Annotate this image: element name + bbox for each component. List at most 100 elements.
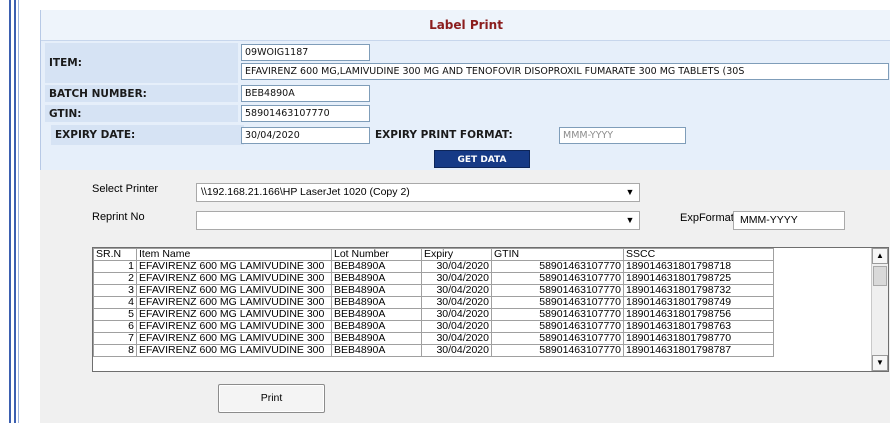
table-cell: BEB4890A	[331, 344, 422, 357]
table-row[interactable]: 7 EFAVIRENZ 600 MG LAMIVUDINE 300 BEB4890A…	[93, 332, 774, 345]
table-cell: 2	[93, 272, 137, 285]
column-header[interactable]: Expiry	[421, 248, 492, 261]
rail-line	[18, 0, 19, 423]
table-cell: 58901463107770	[491, 284, 624, 297]
table-cell: 30/04/2020	[421, 296, 492, 309]
table-cell: 189014631801798725	[623, 272, 774, 285]
chevron-down-icon[interactable]: ▼	[623, 184, 637, 201]
column-header[interactable]: SSCC	[623, 248, 774, 261]
table-cell: 30/04/2020	[421, 332, 492, 345]
table-cell: EFAVIRENZ 600 MG LAMIVUDINE 300	[136, 272, 332, 285]
chevron-down-icon[interactable]: ▼	[623, 212, 637, 229]
table-cell: 8	[93, 344, 137, 357]
label-print-form: Label Print ITEM: 09WOIG1187 EFAVIRENZ 6…	[40, 10, 890, 170]
gtin-label-cell: GTIN:	[45, 105, 238, 122]
table-cell: EFAVIRENZ 600 MG LAMIVUDINE 300	[136, 296, 332, 309]
expformat-label: ExpFormat	[680, 212, 734, 224]
table-cell: 5	[93, 308, 137, 321]
table-cell: BEB4890A	[331, 320, 422, 333]
table-row[interactable]: 2 EFAVIRENZ 600 MG LAMIVUDINE 300 BEB4890A…	[93, 272, 774, 285]
item-label: ITEM:	[49, 57, 82, 69]
table-row[interactable]: 4 EFAVIRENZ 600 MG LAMIVUDINE 300 BEB4890A…	[93, 296, 774, 309]
grid-scrollbar[interactable]: ▲ ▼	[871, 248, 888, 371]
print-button[interactable]: Print	[218, 384, 325, 413]
table-row[interactable]: 8 EFAVIRENZ 600 MG LAMIVUDINE 300 BEB4890A…	[93, 344, 774, 357]
expiry-date-label: EXPIRY DATE:	[55, 129, 136, 141]
table-cell: 30/04/2020	[421, 260, 492, 273]
column-header[interactable]: Lot Number	[331, 248, 422, 261]
print-panel: Select Printer \\192.168.21.166\HP Laser…	[40, 170, 890, 423]
gtin-label: GTIN:	[49, 108, 82, 120]
rail-line	[9, 0, 11, 423]
table-cell: 58901463107770	[491, 308, 624, 321]
select-printer-label: Select Printer	[92, 183, 159, 195]
table-cell: 58901463107770	[491, 272, 624, 285]
table-cell: 6	[93, 320, 137, 333]
table-cell: BEB4890A	[331, 272, 422, 285]
table-cell: BEB4890A	[331, 332, 422, 345]
table-cell: 58901463107770	[491, 320, 624, 333]
page-title: Label Print	[41, 10, 890, 41]
table-cell: 30/04/2020	[421, 308, 492, 321]
get-data-button[interactable]: GET DATA	[434, 150, 530, 168]
expiry-print-format-label: EXPIRY PRINT FORMAT:	[375, 129, 513, 141]
scroll-thumb[interactable]	[873, 266, 887, 286]
grid-table: SR.N Item Name Lot Number Expiry GTIN SSCC 1E…	[93, 248, 774, 357]
table-cell: 30/04/2020	[421, 272, 492, 285]
table-cell: 189014631801798763	[623, 320, 774, 333]
table-cell: 30/04/2020	[421, 284, 492, 297]
table-cell: EFAVIRENZ 600 MG LAMIVUDINE 300	[136, 320, 332, 333]
column-header[interactable]: Item Name	[136, 248, 332, 261]
table-cell: BEB4890A	[331, 308, 422, 321]
batch-number-label: BATCH NUMBER:	[49, 88, 147, 100]
column-header[interactable]: SR.N	[93, 248, 137, 261]
table-cell: 1	[93, 260, 137, 273]
table-cell: BEB4890A	[331, 284, 422, 297]
table-cell: 189014631801798756	[623, 308, 774, 321]
table-cell: 30/04/2020	[421, 320, 492, 333]
table-cell: 189014631801798732	[623, 284, 774, 297]
table-cell: EFAVIRENZ 600 MG LAMIVUDINE 300	[136, 332, 332, 345]
batch-number-field[interactable]: BEB4890A	[241, 85, 370, 102]
printer-select-value: \\192.168.21.166\HP LaserJet 1020 (Copy …	[201, 186, 410, 198]
table-cell: EFAVIRENZ 600 MG LAMIVUDINE 300	[136, 308, 332, 321]
table-cell: BEB4890A	[331, 260, 422, 273]
expiry-date-field[interactable]: 30/04/2020	[241, 127, 370, 144]
item-label-cell: ITEM:	[45, 43, 238, 83]
reprint-no-select[interactable]: ▼	[196, 211, 640, 230]
label-data-grid[interactable]: SR.N Item Name Lot Number Expiry GTIN SSCC 1E…	[92, 247, 889, 372]
rail-line	[14, 0, 16, 423]
table-cell: 30/04/2020	[421, 344, 492, 357]
table-cell: EFAVIRENZ 600 MG LAMIVUDINE 300	[136, 344, 332, 357]
scroll-down-icon[interactable]: ▼	[872, 355, 888, 371]
expiry-print-format-field[interactable]: MMM-YYYY	[559, 127, 686, 144]
table-row[interactable]: 1 EFAVIRENZ 600 MG LAMIVUDINE 300 BEB4890A…	[93, 260, 774, 273]
item-description-field[interactable]: EFAVIRENZ 600 MG,LAMIVUDINE 300 MG AND T…	[241, 63, 889, 80]
table-cell: EFAVIRENZ 600 MG LAMIVUDINE 300	[136, 260, 332, 273]
expiry-label-cell: EXPIRY DATE:	[51, 125, 244, 145]
table-cell: 58901463107770	[491, 332, 624, 345]
table-cell: 189014631801798770	[623, 332, 774, 345]
table-cell: BEB4890A	[331, 296, 422, 309]
left-rail	[0, 0, 22, 423]
expformat-field[interactable]: MMM-YYYY	[733, 211, 845, 230]
column-header[interactable]: GTIN	[491, 248, 624, 261]
scroll-up-icon[interactable]: ▲	[872, 248, 888, 264]
batch-label-cell: BATCH NUMBER:	[45, 85, 238, 102]
reprint-no-label: Reprint No	[92, 211, 145, 223]
table-cell: 58901463107770	[491, 344, 624, 357]
gtin-field[interactable]: 58901463107770	[241, 105, 370, 122]
item-code-field[interactable]: 09WOIG1187	[241, 44, 370, 61]
grid-header-row: SR.N Item Name Lot Number Expiry GTIN SSCC	[93, 248, 774, 261]
table-row[interactable]: 3 EFAVIRENZ 600 MG LAMIVUDINE 300 BEB4890A…	[93, 284, 774, 297]
table-cell: 3	[93, 284, 137, 297]
table-cell: EFAVIRENZ 600 MG LAMIVUDINE 300	[136, 284, 332, 297]
table-cell: 58901463107770	[491, 260, 624, 273]
table-cell: 7	[93, 332, 137, 345]
table-row[interactable]: 6 EFAVIRENZ 600 MG LAMIVUDINE 300 BEB4890A…	[93, 320, 774, 333]
table-cell: 58901463107770	[491, 296, 624, 309]
table-cell: 189014631801798787	[623, 344, 774, 357]
table-row[interactable]: 5 EFAVIRENZ 600 MG LAMIVUDINE 300 BEB4890A…	[93, 308, 774, 321]
table-cell: 189014631801798718	[623, 260, 774, 273]
printer-select[interactable]: \\192.168.21.166\HP LaserJet 1020 (Copy …	[196, 183, 640, 202]
